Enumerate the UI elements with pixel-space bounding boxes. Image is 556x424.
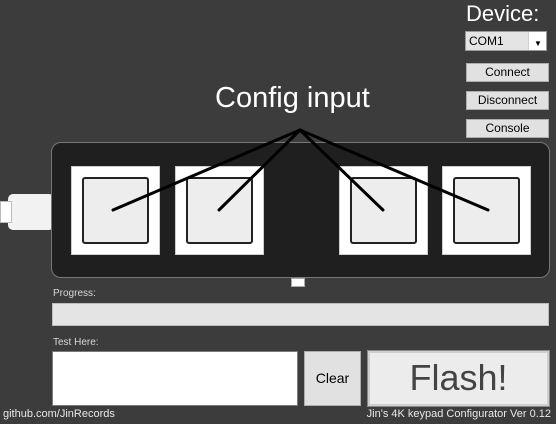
disconnect-button[interactable]: Disconnect [466, 91, 549, 110]
flash-button[interactable]: Flash! [367, 350, 550, 407]
test-input[interactable] [52, 351, 298, 406]
port-dropdown-button[interactable]: ▼ [528, 32, 546, 50]
key-3-cap [350, 177, 417, 244]
key-3-config[interactable] [339, 166, 428, 255]
usb-cable-graphic [0, 194, 54, 230]
key-1-cap [82, 177, 149, 244]
progress-bar [52, 303, 549, 326]
reset-tab-graphic [291, 278, 305, 287]
chevron-down-icon: ▼ [534, 39, 542, 48]
port-select[interactable]: COM1 ▼ [465, 31, 547, 51]
key-4-cap [453, 177, 520, 244]
test-label: Test Here: [53, 337, 99, 348]
progress-label: Progress: [53, 288, 96, 299]
clear-button[interactable]: Clear [304, 351, 361, 406]
key-2-cap [186, 177, 253, 244]
config-input-label: Config input [215, 82, 370, 114]
connect-button[interactable]: Connect [466, 63, 549, 82]
port-select-value: COM1 [469, 34, 504, 48]
github-link[interactable]: github.com/JinRecords [3, 408, 115, 420]
key-2-config[interactable] [175, 166, 264, 255]
version-label: Jin's 4K keypad Configurator Ver 0.12 [366, 408, 551, 420]
key-1-config[interactable] [71, 166, 160, 255]
console-button[interactable]: Console [466, 119, 549, 138]
device-title: Device: [466, 1, 540, 26]
key-4-config[interactable] [442, 166, 531, 255]
